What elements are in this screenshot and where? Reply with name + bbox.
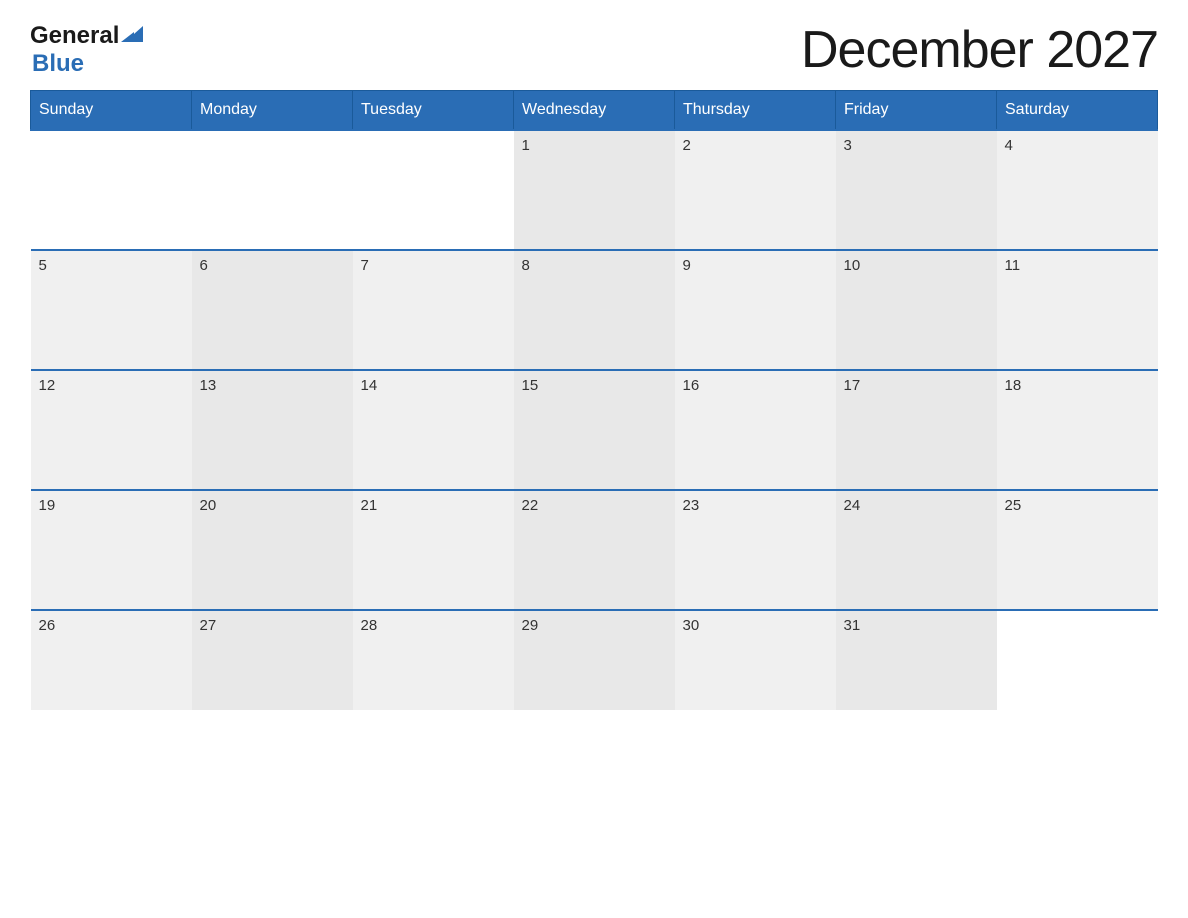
calendar-cell: [31, 130, 192, 250]
col-thursday: Thursday: [675, 91, 836, 131]
calendar-cell: [353, 130, 514, 250]
days-of-week-row: Sunday Monday Tuesday Wednesday Thursday…: [31, 91, 1158, 131]
calendar-cell: [997, 610, 1158, 710]
calendar-cell: 31: [836, 610, 997, 710]
day-number: 23: [683, 497, 828, 514]
calendar-cell: 3: [836, 130, 997, 250]
day-number: 15: [522, 377, 667, 394]
calendar-cell: 25: [997, 490, 1158, 610]
day-number: 14: [361, 377, 506, 394]
calendar-cell: 8: [514, 250, 675, 370]
day-number: 12: [39, 377, 184, 394]
calendar-cell: 6: [192, 250, 353, 370]
calendar-week-3: 12 13 14 15 16 17 18: [31, 370, 1158, 490]
calendar-cell: 4: [997, 130, 1158, 250]
day-number: 11: [1005, 257, 1150, 274]
day-number: 8: [522, 257, 667, 274]
day-number: 30: [683, 617, 828, 634]
day-number: 4: [1005, 137, 1150, 154]
day-number: 5: [39, 257, 184, 274]
day-number: 17: [844, 377, 989, 394]
day-number: 6: [200, 257, 345, 274]
day-number: 29: [522, 617, 667, 634]
logo-triangle-icon: [121, 24, 143, 46]
calendar-cell: 19: [31, 490, 192, 610]
day-number: 13: [200, 377, 345, 394]
day-number: 26: [39, 617, 184, 634]
day-number: 20: [200, 497, 345, 514]
calendar-cell: 13: [192, 370, 353, 490]
calendar-cell: 14: [353, 370, 514, 490]
day-number: 22: [522, 497, 667, 514]
calendar-cell: 16: [675, 370, 836, 490]
day-number: 19: [39, 497, 184, 514]
calendar-cell: 11: [997, 250, 1158, 370]
calendar-cell: 27: [192, 610, 353, 710]
day-number: 1: [522, 137, 667, 154]
calendar-cell: 20: [192, 490, 353, 610]
day-number: 31: [844, 617, 989, 634]
calendar-week-1: 1234: [31, 130, 1158, 250]
col-friday: Friday: [836, 91, 997, 131]
calendar-cell: 2: [675, 130, 836, 250]
col-tuesday: Tuesday: [353, 91, 514, 131]
calendar-header: Sunday Monday Tuesday Wednesday Thursday…: [31, 91, 1158, 131]
day-number: 3: [844, 137, 989, 154]
calendar-cell: 17: [836, 370, 997, 490]
day-number: 10: [844, 257, 989, 274]
day-number: 9: [683, 257, 828, 274]
calendar-week-2: 56789 10 11: [31, 250, 1158, 370]
col-saturday: Saturday: [997, 91, 1158, 131]
calendar-cell: 1: [514, 130, 675, 250]
calendar-cell: 28: [353, 610, 514, 710]
day-number: 21: [361, 497, 506, 514]
day-number: 18: [1005, 377, 1150, 394]
day-number: 28: [361, 617, 506, 634]
page-header: General Blue December 2027: [30, 20, 1158, 80]
calendar-cell: 30: [675, 610, 836, 710]
logo: General Blue: [30, 22, 143, 78]
calendar-body: 1234567891011121314151617181920212223242…: [31, 130, 1158, 710]
calendar-week-5: 26 27 28 29 30 31: [31, 610, 1158, 710]
day-number: 7: [361, 257, 506, 274]
month-title: December 2027: [801, 20, 1158, 80]
col-wednesday: Wednesday: [514, 91, 675, 131]
calendar-cell: [192, 130, 353, 250]
calendar-cell: 9: [675, 250, 836, 370]
calendar-cell: 5: [31, 250, 192, 370]
calendar-cell: 7: [353, 250, 514, 370]
logo-blue-text: Blue: [32, 50, 84, 77]
day-number: 24: [844, 497, 989, 514]
col-monday: Monday: [192, 91, 353, 131]
calendar-cell: 23: [675, 490, 836, 610]
day-number: 25: [1005, 497, 1150, 514]
calendar-cell: 26: [31, 610, 192, 710]
calendar-week-4: 19 20 21 22 23 24 25: [31, 490, 1158, 610]
calendar-cell: 10: [836, 250, 997, 370]
calendar-cell: 21: [353, 490, 514, 610]
calendar-cell: 24: [836, 490, 997, 610]
calendar-cell: 15: [514, 370, 675, 490]
calendar-table: Sunday Monday Tuesday Wednesday Thursday…: [30, 90, 1158, 710]
logo-general-text: General: [30, 22, 119, 50]
day-number: 2: [683, 137, 828, 154]
col-sunday: Sunday: [31, 91, 192, 131]
day-number: 27: [200, 617, 345, 634]
day-number: 16: [683, 377, 828, 394]
calendar-cell: 12: [31, 370, 192, 490]
calendar-cell: 18: [997, 370, 1158, 490]
calendar-cell: 22: [514, 490, 675, 610]
calendar-cell: 29: [514, 610, 675, 710]
